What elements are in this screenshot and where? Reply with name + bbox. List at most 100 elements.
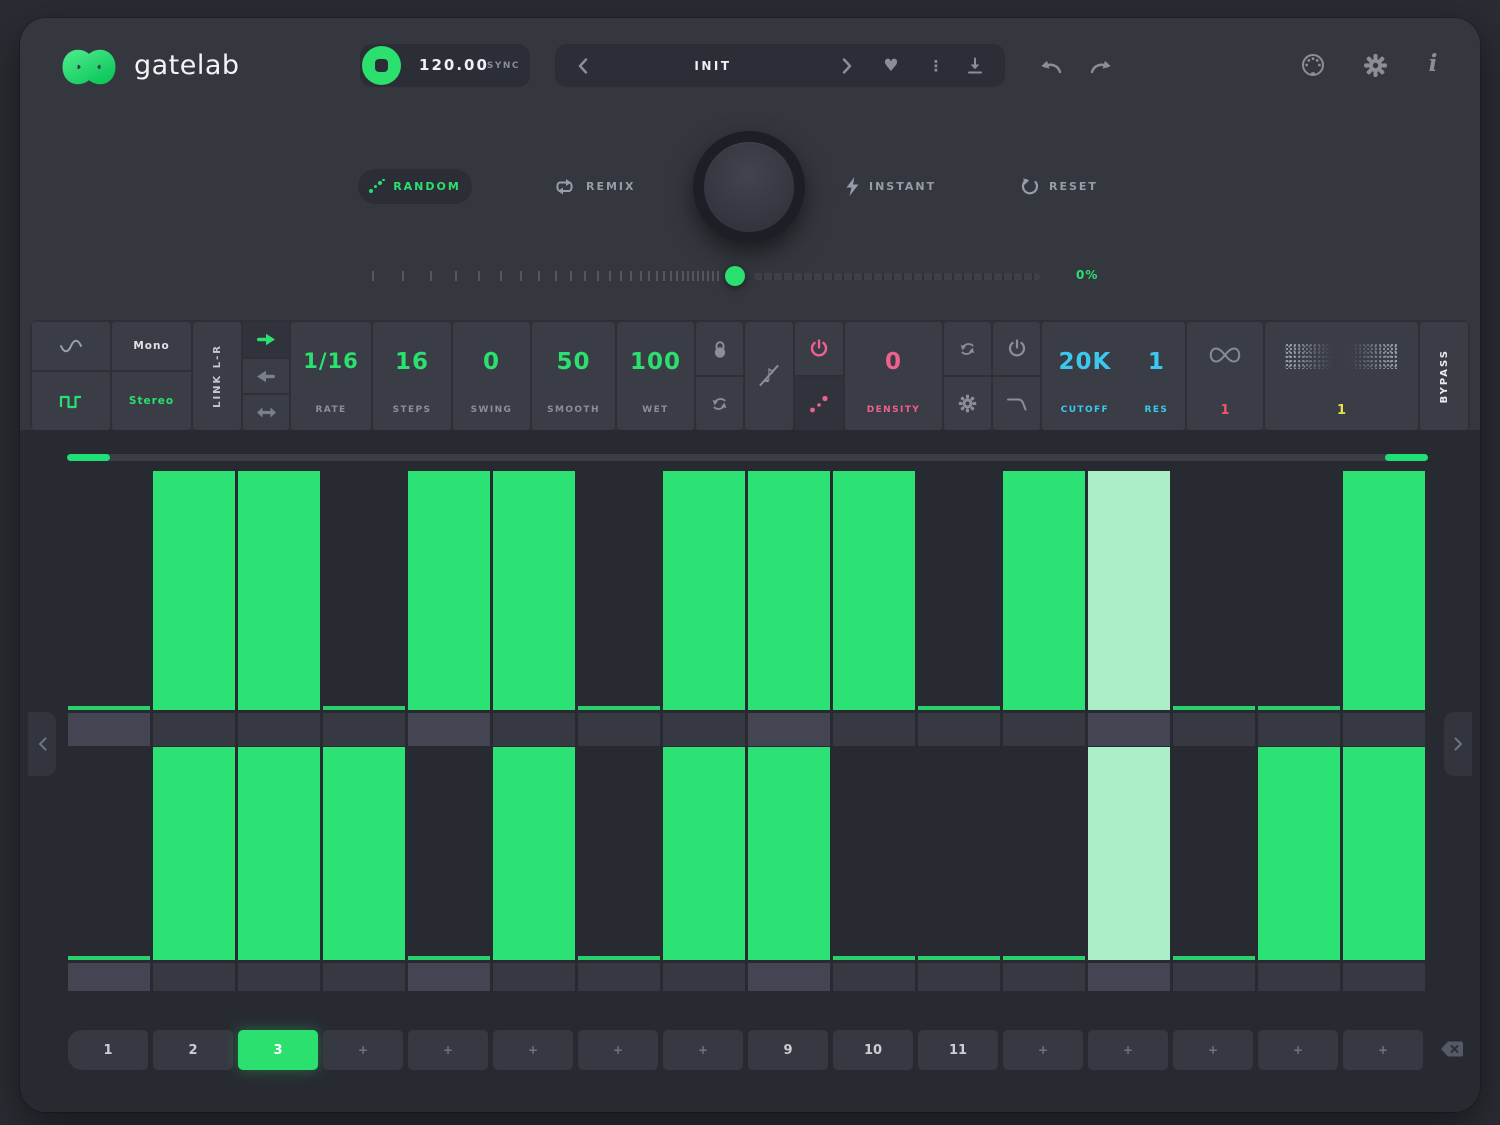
slider-handle[interactable] — [725, 266, 745, 286]
cutoff-res-cell[interactable]: 20K CUTOFF 1 RES — [1042, 322, 1185, 430]
step-bar-r1-s6[interactable] — [493, 471, 575, 710]
step-box-r2-s9[interactable] — [748, 963, 830, 991]
step-box-r2-s2[interactable] — [153, 963, 235, 991]
wet-cell[interactable]: 100 WET — [617, 322, 694, 430]
direction-right-button[interactable] — [243, 322, 289, 357]
loop-end-handle[interactable] — [1385, 454, 1428, 461]
res-column[interactable]: 1 RES — [1128, 322, 1185, 430]
bank-button-11[interactable]: 11 — [918, 1030, 998, 1070]
bank-button-5[interactable]: + — [408, 1030, 488, 1070]
bank-button-9[interactable]: 9 — [748, 1030, 828, 1070]
preset-menu-kebab-icon[interactable]: ⋮ — [923, 44, 949, 87]
gate-slider[interactable]: 0% — [20, 265, 1480, 287]
step-box-r1-s13[interactable] — [1088, 713, 1170, 746]
filter-settings-button[interactable] — [944, 377, 991, 430]
step-box-r1-s6[interactable] — [493, 713, 575, 746]
save-download-icon[interactable] — [961, 44, 989, 87]
preset-name[interactable]: INIT — [615, 44, 811, 87]
midi-settings-icon[interactable] — [1298, 50, 1328, 80]
loop-range-track[interactable] — [68, 454, 1428, 461]
step-bar-r1-s9[interactable] — [748, 471, 830, 710]
direction-left-button[interactable] — [243, 359, 289, 394]
favorite-heart-icon[interactable]: ♥ — [877, 44, 905, 87]
step-box-r2-s4[interactable] — [323, 963, 405, 991]
step-box-r2-s1[interactable] — [68, 963, 150, 991]
redo-button[interactable] — [1086, 51, 1116, 81]
step-bar-r1-s14[interactable] — [1173, 706, 1255, 710]
step-bar-r2-s1[interactable] — [68, 956, 150, 960]
stop-button[interactable] — [362, 46, 401, 85]
step-box-r1-s16[interactable] — [1343, 713, 1425, 746]
step-bar-r1-s11[interactable] — [918, 706, 1000, 710]
step-bar-r1-s16[interactable] — [1343, 471, 1425, 710]
lock-button[interactable] — [696, 322, 743, 375]
steps-cell[interactable]: 16 STEPS — [373, 322, 451, 430]
step-box-r2-s15[interactable] — [1258, 963, 1340, 991]
bank-button-13[interactable]: + — [1088, 1030, 1168, 1070]
bank-button-8[interactable]: + — [663, 1030, 743, 1070]
step-box-r2-s14[interactable] — [1173, 963, 1255, 991]
step-box-r2-s11[interactable] — [918, 963, 1000, 991]
step-box-r1-s3[interactable] — [238, 713, 320, 746]
step-bar-r1-s2[interactable] — [153, 471, 235, 710]
loop-start-handle[interactable] — [67, 454, 110, 461]
step-box-r2-s5[interactable] — [408, 963, 490, 991]
gear-settings-icon[interactable] — [1360, 50, 1390, 80]
preset-prev-button[interactable] — [569, 44, 597, 87]
mute-note-cell[interactable]: ♪ — [745, 322, 793, 430]
step-bar-r2-s10[interactable] — [833, 956, 915, 960]
repeat-cell[interactable]: 1 — [1187, 322, 1263, 430]
filter-power-button[interactable] — [993, 322, 1040, 375]
link-lr-cell[interactable]: LINK L-R — [193, 322, 241, 430]
step-box-r1-s2[interactable] — [153, 713, 235, 746]
random-button[interactable]: RANDOM — [358, 169, 472, 204]
step-bar-r2-s12[interactable] — [1003, 956, 1085, 960]
info-button[interactable]: i — [1418, 48, 1448, 78]
step-box-r2-s16[interactable] — [1343, 963, 1425, 991]
step-bar-r2-s11[interactable] — [918, 956, 1000, 960]
stereo-button[interactable]: Stereo — [112, 372, 191, 430]
step-bar-r1-s1[interactable] — [68, 706, 150, 710]
sine-wave-button[interactable] — [32, 322, 110, 370]
mono-button[interactable]: Mono — [112, 322, 191, 370]
step-bar-r2-s3[interactable] — [238, 747, 320, 960]
step-box-r1-s8[interactable] — [663, 713, 745, 746]
page-right-button[interactable] — [1444, 712, 1472, 776]
step-bar-r1-s10[interactable] — [833, 471, 915, 710]
filter-cycle-button[interactable] — [944, 322, 991, 375]
step-bar-r2-s16[interactable] — [1343, 747, 1425, 960]
page-left-button[interactable] — [28, 712, 56, 776]
undo-button[interactable] — [1036, 51, 1066, 81]
step-box-r1-s9[interactable] — [748, 713, 830, 746]
main-knob[interactable] — [693, 131, 805, 243]
step-bar-r2-s8[interactable] — [663, 747, 745, 960]
density-power-button[interactable] — [795, 322, 843, 375]
step-box-r1-s14[interactable] — [1173, 713, 1255, 746]
step-box-r2-s6[interactable] — [493, 963, 575, 991]
bank-button-7[interactable]: + — [578, 1030, 658, 1070]
delete-bank-button[interactable] — [1440, 1041, 1464, 1057]
step-box-r2-s13[interactable] — [1088, 963, 1170, 991]
step-box-r2-s7[interactable] — [578, 963, 660, 991]
step-box-r2-s10[interactable] — [833, 963, 915, 991]
step-bar-r1-s15[interactable] — [1258, 706, 1340, 710]
density-cell[interactable]: 0 DENSITY — [845, 322, 942, 430]
step-bar-r2-s6[interactable] — [493, 747, 575, 960]
bank-button-2[interactable]: 2 — [153, 1030, 233, 1070]
slider-segment-track[interactable] — [754, 273, 1040, 280]
rate-cell[interactable]: 1/16 RATE — [291, 322, 371, 430]
step-box-r2-s8[interactable] — [663, 963, 745, 991]
reset-button[interactable]: RESET — [1020, 169, 1098, 204]
step-bar-r2-s5[interactable] — [408, 956, 490, 960]
bank-button-6[interactable]: + — [493, 1030, 573, 1070]
step-box-r1-s7[interactable] — [578, 713, 660, 746]
dissolve-cell[interactable]: 1 — [1265, 322, 1418, 430]
sync-label[interactable]: SYNC — [487, 44, 520, 87]
smooth-cell[interactable]: 50 SMOOTH — [532, 322, 615, 430]
step-bar-r2-s13[interactable] — [1088, 747, 1170, 960]
step-bar-r2-s4[interactable] — [323, 747, 405, 960]
step-box-r1-s5[interactable] — [408, 713, 490, 746]
bank-button-1[interactable]: 1 — [68, 1030, 148, 1070]
step-bar-r1-s4[interactable] — [323, 706, 405, 710]
step-bar-r2-s15[interactable] — [1258, 747, 1340, 960]
